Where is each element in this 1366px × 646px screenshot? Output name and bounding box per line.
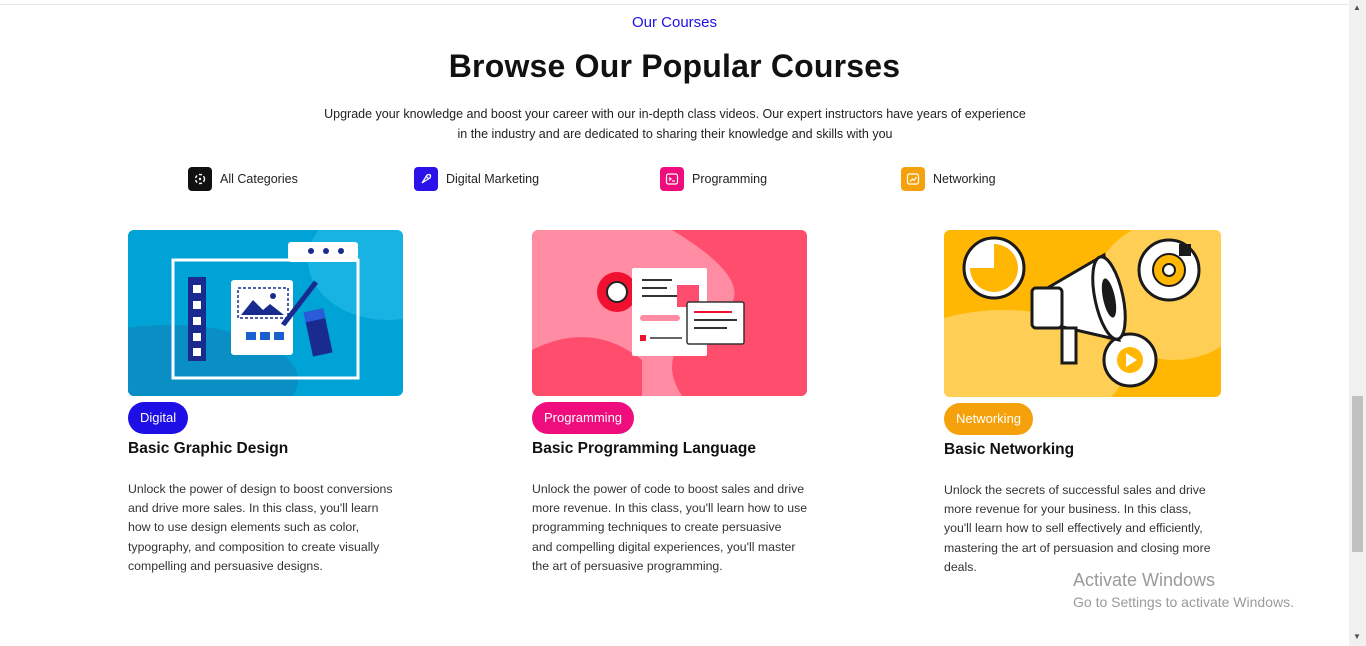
course-card-graphic-design[interactable]: Digital Basic Graphic Design Unlock the … [128,230,418,576]
course-description: Unlock the secrets of successful sales a… [944,483,1211,574]
category-digital-marketing[interactable]: Digital Marketing [414,167,539,191]
section-eyebrow: Our Courses [631,14,718,31]
course-badge[interactable]: Programming [532,402,635,434]
course-badge[interactable]: Networking [944,403,1034,435]
course-card-networking[interactable]: Networking Basic Networking Unlock the s… [944,230,1234,577]
course-card-programming[interactable]: Programming Basic Programming Language U… [532,230,822,576]
category-label: All Categories [220,172,298,186]
category-label: Networking [933,172,996,186]
marketing-illustration [944,230,1221,397]
course-description: Unlock the power of design to boost conv… [128,482,393,573]
course-title[interactable]: Basic Graphic Design [128,440,418,458]
category-label: Programming [692,172,768,186]
terminal-icon [660,167,684,191]
course-title[interactable]: Basic Programming Language [532,440,822,458]
section-intro: Upgrade your knowledge and boost your ca… [324,107,1026,141]
chart-icon [901,167,925,191]
top-divider [0,4,1349,5]
course-badge[interactable]: Digital [128,402,189,434]
scrollbar-thumb[interactable] [1352,396,1363,552]
category-programming[interactable]: Programming [660,167,767,191]
programming-illustration [532,230,807,396]
category-networking[interactable]: Networking [901,167,996,191]
category-all[interactable]: All Categories [188,167,298,191]
page-title: Browse Our Popular Courses [448,48,901,84]
activate-windows-watermark: Activate Windows Go to Settings to activ… [1073,570,1294,610]
scroll-up-icon[interactable]: ▲ [1353,3,1361,12]
grid-icon [188,167,212,191]
rocket-icon [414,167,438,191]
category-label: Digital Marketing [446,172,540,186]
scroll-down-icon[interactable]: ▼ [1353,632,1361,641]
course-description: Unlock the power of code to boost sales … [532,482,808,573]
course-title[interactable]: Basic Networking [944,441,1234,459]
design-illustration [128,230,403,396]
vertical-scrollbar[interactable]: ▲ ▼ [1349,0,1366,646]
